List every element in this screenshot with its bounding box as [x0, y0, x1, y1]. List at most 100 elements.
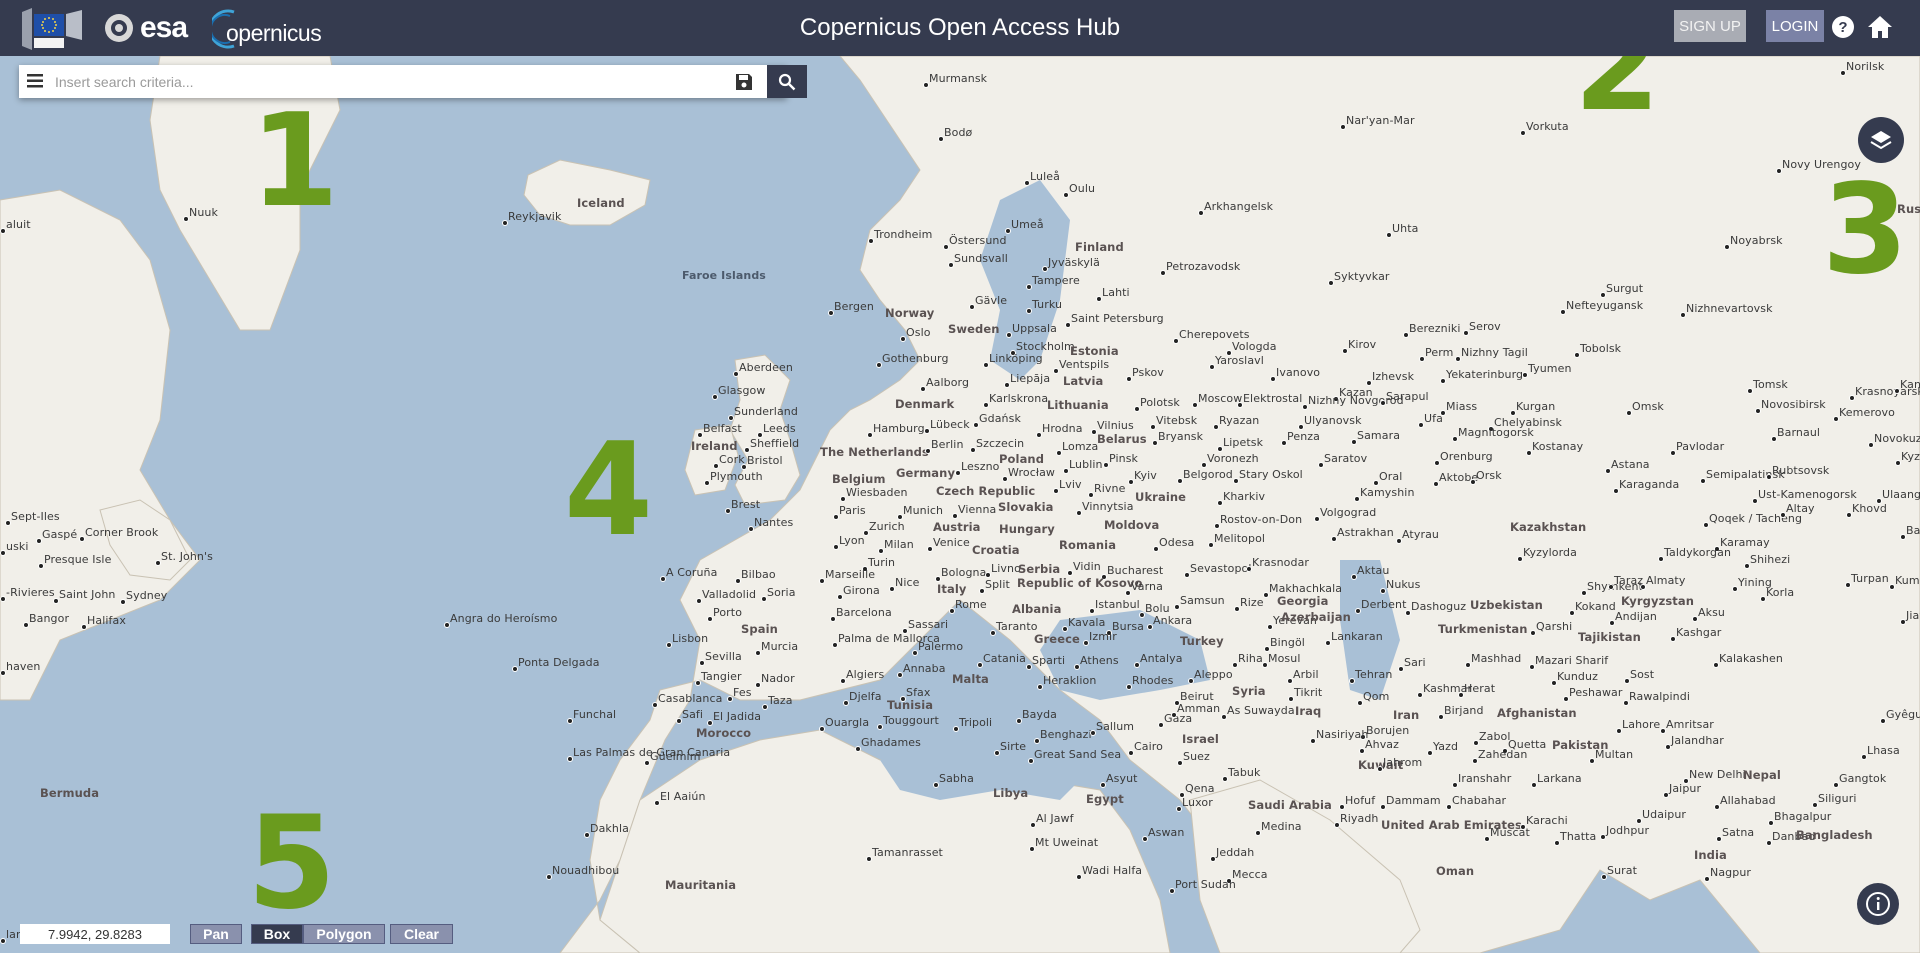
copernicus-logo[interactable]: opernicus [212, 6, 332, 50]
european-commission-logo[interactable] [20, 8, 84, 50]
signup-button[interactable]: SIGN UP [1674, 10, 1746, 42]
map-place-label: Bryansk [1158, 430, 1204, 443]
map-place-marker [948, 262, 954, 268]
search-button[interactable] [767, 65, 807, 98]
map-place-label: Turkmenistan [1438, 622, 1528, 636]
map-place-marker [666, 642, 672, 648]
map-place-marker [1246, 566, 1252, 572]
map-place-marker [1455, 356, 1461, 362]
map-place-marker [1714, 804, 1720, 810]
map-place-label: Sassari [908, 618, 949, 631]
help-icon[interactable]: ? [1831, 15, 1855, 39]
map-place-marker [567, 718, 573, 724]
map-place-label: Altay [1786, 502, 1815, 515]
map-place-marker [1173, 338, 1179, 344]
map-place-label: Novokuznetsk [1874, 432, 1920, 445]
map-place-marker [897, 672, 903, 678]
map-place-label: aluit [6, 218, 31, 231]
map-place-marker [923, 82, 929, 88]
map-place-label: Iraq [1295, 704, 1322, 718]
map-place-marker [1380, 400, 1386, 406]
map-place-marker [1359, 748, 1365, 754]
layers-button[interactable] [1858, 117, 1904, 163]
map-place-label: Jeddah [1216, 846, 1255, 859]
map-place-marker [828, 310, 834, 316]
map-place-marker [1768, 820, 1774, 826]
map-place-marker [1465, 662, 1471, 668]
clear-tool-button[interactable]: Clear [390, 924, 453, 944]
map-place-label: Petrozavodsk [1166, 260, 1241, 273]
map-place-label: Östersund [949, 234, 1007, 247]
map-place-marker [1452, 782, 1458, 788]
map-place-label: Soria [767, 586, 796, 599]
map-place-marker [1700, 478, 1706, 484]
map-place-label: Larkana [1537, 772, 1582, 785]
map-place-marker [1845, 582, 1851, 588]
map-place-marker [1209, 364, 1215, 370]
map-place-marker [990, 630, 996, 636]
map-place-label: Jaipur [1669, 782, 1702, 795]
map-place-marker [1302, 404, 1308, 410]
map-place-label: Palermo [918, 640, 964, 653]
map-place-label: Bilbao [741, 568, 776, 581]
callout-number-1: 1 [250, 87, 340, 236]
map-place-marker [696, 598, 702, 604]
map-place-marker [1076, 510, 1082, 516]
map-place-marker [1281, 440, 1287, 446]
callout-number-3: 3 [1822, 158, 1909, 302]
map-place-marker [1692, 616, 1698, 622]
map-place-label: Nagpur [1710, 866, 1752, 879]
map-place-label: Milan [884, 538, 914, 551]
map-place-marker [1134, 406, 1140, 412]
map-place-label: Wadi Halfa [1082, 864, 1143, 877]
map-place-marker [1531, 782, 1537, 788]
map-place-marker [994, 750, 1000, 756]
map-place-label: Girona [843, 584, 880, 597]
map-place-label: Udaipur [1642, 808, 1687, 821]
home-icon[interactable] [1867, 14, 1893, 40]
map-place-label: Barnaul [1777, 426, 1821, 439]
map-place-label: Serov [1469, 320, 1501, 333]
map-place-label: Trondheim [874, 228, 933, 241]
map-place-marker [1551, 680, 1557, 686]
map-place-label: Saudi Arabia [1248, 798, 1332, 812]
map-place-marker [1342, 348, 1348, 354]
map-place-marker [1158, 722, 1164, 728]
map-place-marker [1026, 308, 1032, 314]
login-button[interactable]: LOGIN [1766, 10, 1824, 42]
menu-icon[interactable] [27, 74, 43, 88]
box-tool-button[interactable]: Box [251, 924, 303, 944]
search-input[interactable] [53, 69, 717, 95]
map-place-label: Samara [1357, 429, 1401, 442]
polygon-tool-button[interactable]: Polygon [303, 924, 385, 944]
map-place-marker [1427, 750, 1433, 756]
map-place-label: Uhta [1392, 222, 1419, 235]
map-place-label: Hamburg [873, 422, 925, 435]
map-place-label: Wiesbaden [846, 486, 908, 499]
map-place-label: El Jadida [713, 710, 762, 723]
map-place-label: Aalborg [926, 376, 970, 389]
pan-tool-button[interactable]: Pan [190, 924, 242, 944]
map-place-marker [878, 548, 884, 554]
save-icon[interactable] [735, 73, 753, 91]
map-place-label: Munich [903, 504, 944, 517]
map-place-marker [1334, 822, 1340, 828]
map-place-label: Rawalpindi [1629, 690, 1690, 703]
map-place-label: Ulyanovsk [1304, 414, 1362, 427]
map-place-label: Serbia [1018, 562, 1061, 576]
map-place-marker [1340, 124, 1346, 130]
map-place-marker [1755, 408, 1761, 414]
map-place-marker [943, 244, 949, 250]
map-place-label: Suez [1183, 750, 1210, 763]
map-place-marker [1128, 479, 1134, 485]
map-place-marker [36, 538, 42, 544]
map-place-label: Szczecin [976, 437, 1025, 450]
map-place-marker [1160, 270, 1166, 276]
esa-logo[interactable]: esa [104, 8, 188, 48]
map-place-label: Volgograd [1320, 506, 1377, 519]
info-button[interactable] [1857, 883, 1899, 925]
map-place-marker [1153, 546, 1159, 552]
map-place-marker [1139, 612, 1145, 618]
map-place-label: Al Jawf [1036, 812, 1074, 825]
map-place-marker [1680, 312, 1686, 318]
